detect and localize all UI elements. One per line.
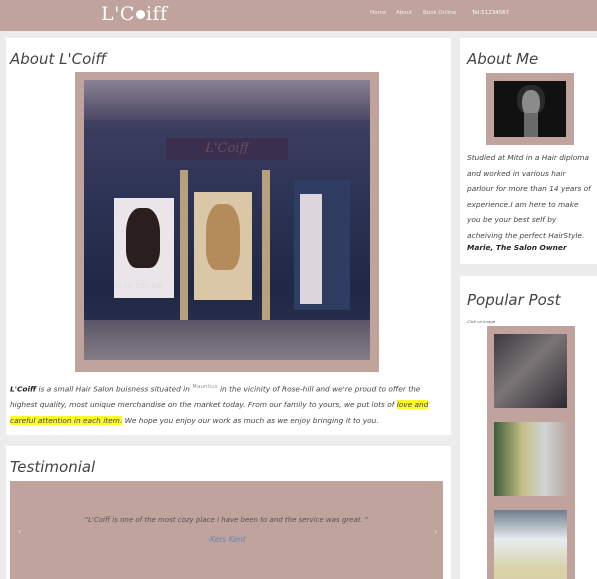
testimonial-author: -Kers Kent bbox=[207, 535, 246, 544]
owner-bio: Studied at Mitd in a Hair diploma and wo… bbox=[467, 153, 591, 240]
storefront-poster-label: ELLA COLOR bbox=[114, 282, 163, 290]
about-me-title: About Me bbox=[467, 50, 539, 68]
brand-logo[interactable]: L'C iff bbox=[101, 3, 168, 25]
brand-logo-text-right: iff bbox=[145, 3, 168, 25]
storefront-sign: L'Coiff bbox=[205, 141, 249, 156]
nav-book-online-link[interactable]: Book Online bbox=[423, 10, 456, 16]
about-text-1: is a small Hair Salon buisness situated … bbox=[36, 384, 193, 394]
testimonial-carousel: ‹ "L'Coiff is one of the most cozy place… bbox=[10, 481, 443, 579]
popular-post-thumbnail[interactable] bbox=[494, 334, 567, 408]
carousel-next-icon[interactable]: › bbox=[434, 527, 437, 536]
testimonial-card: Testimonial ‹ "L'Coiff is one of the mos… bbox=[6, 446, 451, 579]
nav-home-link[interactable]: Home bbox=[370, 10, 386, 16]
testimonial-quote: "L'Coiff is one of the most cozy place i… bbox=[84, 516, 369, 524]
about-brand-bold: L'Coiff bbox=[10, 384, 37, 394]
about-paragraph: L'Coiff is a small Hair Salon buisness s… bbox=[10, 379, 442, 429]
owner-photo-frame bbox=[486, 73, 574, 145]
nav-telephone: Tel:51234567 bbox=[472, 10, 510, 16]
popular-post-thumbnail[interactable] bbox=[494, 510, 567, 579]
brand-logo-text-left: L'C bbox=[101, 3, 135, 25]
popular-post-gallery bbox=[487, 326, 575, 579]
about-location: Mauritius bbox=[192, 384, 218, 390]
nav-about-link[interactable]: About bbox=[396, 10, 412, 16]
about-title: About L'Coiff bbox=[10, 50, 107, 68]
top-navbar: L'C iff Home About Book Online Tel:512345… bbox=[0, 0, 597, 31]
salon-photo-frame: L'Coiff ELLA COLOR bbox=[75, 72, 379, 372]
owner-avatar bbox=[494, 81, 566, 137]
owner-signature: Marie, The Salon Owner bbox=[467, 243, 567, 252]
popular-post-hint: Click on Image bbox=[467, 319, 496, 324]
popular-post-thumbnail[interactable] bbox=[494, 422, 567, 496]
salon-storefront-image: L'Coiff ELLA COLOR bbox=[84, 80, 370, 360]
popular-post-card: Popular Post Click on Image bbox=[460, 276, 597, 579]
about-card: About L'Coiff L'Coiff ELLA COLOR L'Coiff… bbox=[6, 38, 451, 435]
about-text-3: We hope you enjoy our work as much as we… bbox=[122, 416, 379, 426]
popular-post-title: Popular Post bbox=[467, 291, 561, 309]
about-me-card: About Me Studied at Mitd in a Hair diplo… bbox=[460, 38, 597, 264]
brand-logo-dot bbox=[135, 10, 145, 19]
testimonial-title: Testimonial bbox=[10, 458, 96, 476]
